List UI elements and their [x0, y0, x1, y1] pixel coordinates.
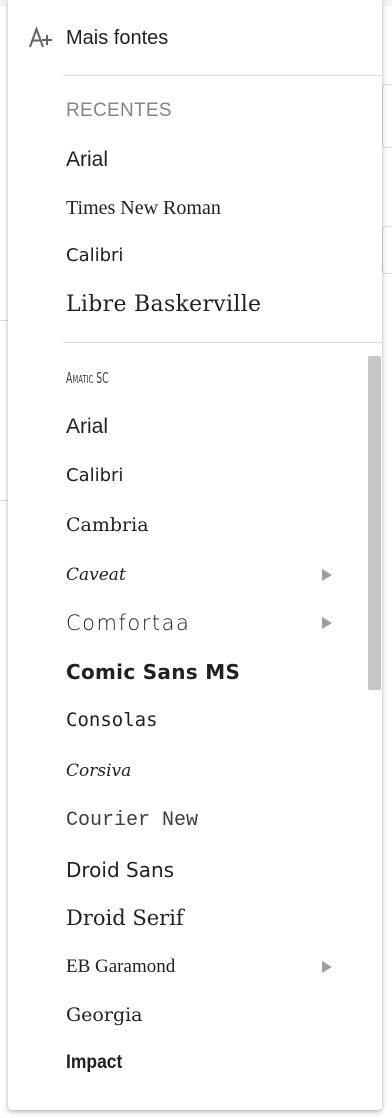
font-item-calibri[interactable]: Calibri: [8, 454, 368, 498]
font-item-caveat[interactable]: Caveat: [8, 553, 368, 597]
more-fonts-item[interactable]: Mais fontes: [8, 14, 382, 62]
recent-font-item-arial[interactable]: Arial: [8, 138, 368, 182]
more-fonts-label: Mais fontes: [66, 27, 169, 49]
font-name: Georgia: [66, 1004, 143, 1026]
font-name: Impact: [66, 1052, 123, 1073]
font-name: Courier New: [66, 809, 199, 832]
font-item-amatic-sc[interactable]: Amatic SC: [8, 356, 368, 400]
font-name: Comic Sans MS: [66, 660, 241, 684]
submenu-arrow-icon: [322, 617, 332, 629]
font-item-courier-new[interactable]: Courier New: [8, 799, 368, 843]
menu-divider: [63, 75, 382, 76]
font-name: Cambria: [66, 514, 149, 536]
font-name: Droid Serif: [66, 906, 184, 930]
font-item-droid-serif[interactable]: Droid Serif: [8, 896, 368, 940]
menu-divider: [63, 342, 382, 343]
font-item-impact[interactable]: Impact: [8, 1041, 368, 1085]
font-name: Calibri: [66, 245, 124, 266]
font-name: Arial: [66, 415, 109, 438]
add-font-icon: [28, 26, 54, 50]
font-name: EB Garamond: [66, 956, 176, 977]
font-item-arial[interactable]: Arial: [8, 405, 368, 449]
font-item-cambria[interactable]: Cambria: [8, 503, 368, 547]
font-name: Libre Baskerville: [66, 292, 262, 317]
submenu-arrow-icon: [322, 569, 332, 581]
scrollbar-thumb[interactable]: [368, 356, 381, 690]
recent-font-item-libre-baskerville[interactable]: Libre Baskerville: [8, 283, 368, 327]
font-name: Comfortaa: [66, 611, 191, 635]
font-name: Consolas: [66, 709, 158, 731]
recent-fonts-header: RECENTES: [66, 100, 172, 121]
font-item-georgia[interactable]: Georgia: [8, 993, 368, 1037]
submenu-arrow-icon: [322, 961, 332, 973]
font-item-eb-garamond[interactable]: EB Garamond: [8, 945, 368, 989]
font-name: Droid Sans: [66, 858, 175, 882]
background-field: [382, 226, 392, 274]
font-name: Times New Roman: [66, 197, 221, 219]
recent-font-item-calibri[interactable]: Calibri: [8, 234, 368, 278]
font-item-comic-sans-ms[interactable]: Comic Sans MS: [8, 650, 368, 694]
font-item-comfortaa[interactable]: Comfortaa: [8, 601, 368, 645]
font-item-corsiva[interactable]: Corsiva: [8, 749, 368, 793]
font-name: Corsiva: [66, 761, 132, 781]
background-field: [382, 84, 392, 148]
font-name: Calibri: [66, 465, 124, 486]
font-name: Arial: [66, 148, 109, 171]
font-name: Amatic SC: [66, 369, 109, 387]
font-item-consolas[interactable]: Consolas: [8, 698, 368, 742]
font-name: Caveat: [66, 565, 126, 585]
recent-font-item-times-new-roman[interactable]: Times New Roman: [8, 186, 368, 230]
font-menu: Mais fontes RECENTES Arial Times New Rom…: [8, 0, 382, 1110]
font-item-droid-sans[interactable]: Droid Sans: [8, 848, 368, 892]
